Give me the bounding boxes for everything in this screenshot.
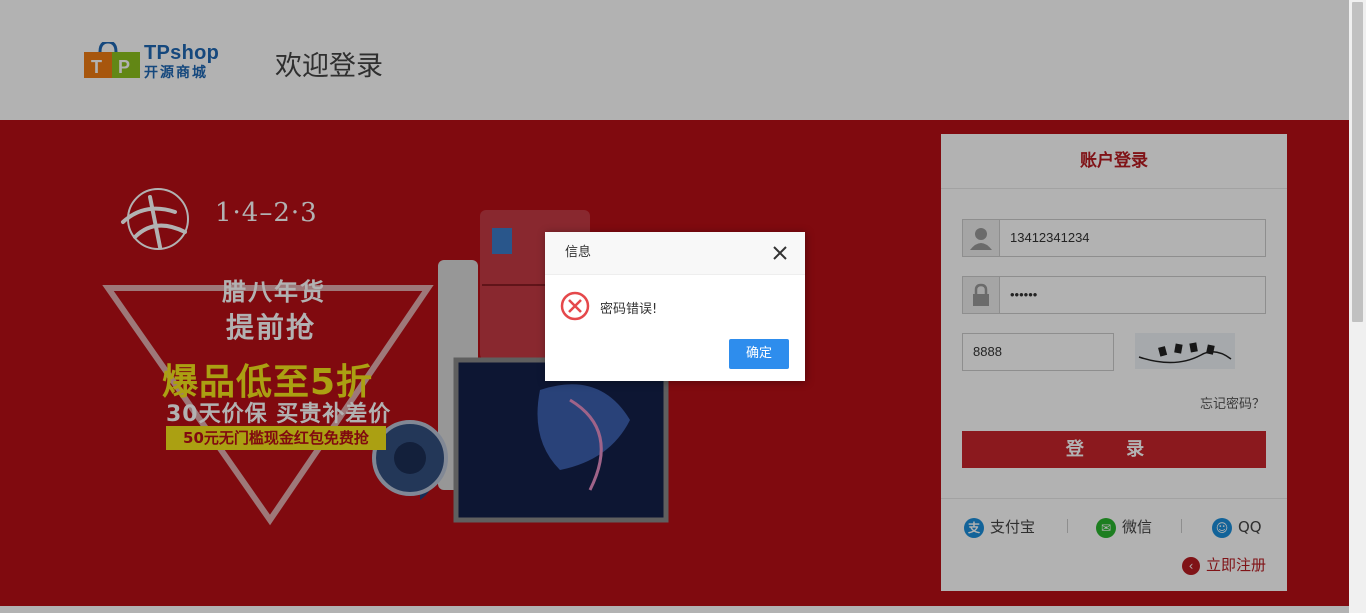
vertical-scrollbar[interactable]	[1349, 0, 1366, 613]
error-dialog: 信息 密码错误! 确定	[545, 232, 805, 381]
close-icon[interactable]	[771, 244, 789, 262]
scrollbar-thumb[interactable]	[1352, 2, 1363, 322]
dialog-header: 信息	[545, 232, 805, 275]
confirm-button[interactable]: 确定	[729, 339, 789, 369]
dialog-title: 信息	[565, 245, 592, 260]
dialog-message: 密码错误!	[600, 302, 658, 317]
error-icon	[560, 291, 590, 321]
